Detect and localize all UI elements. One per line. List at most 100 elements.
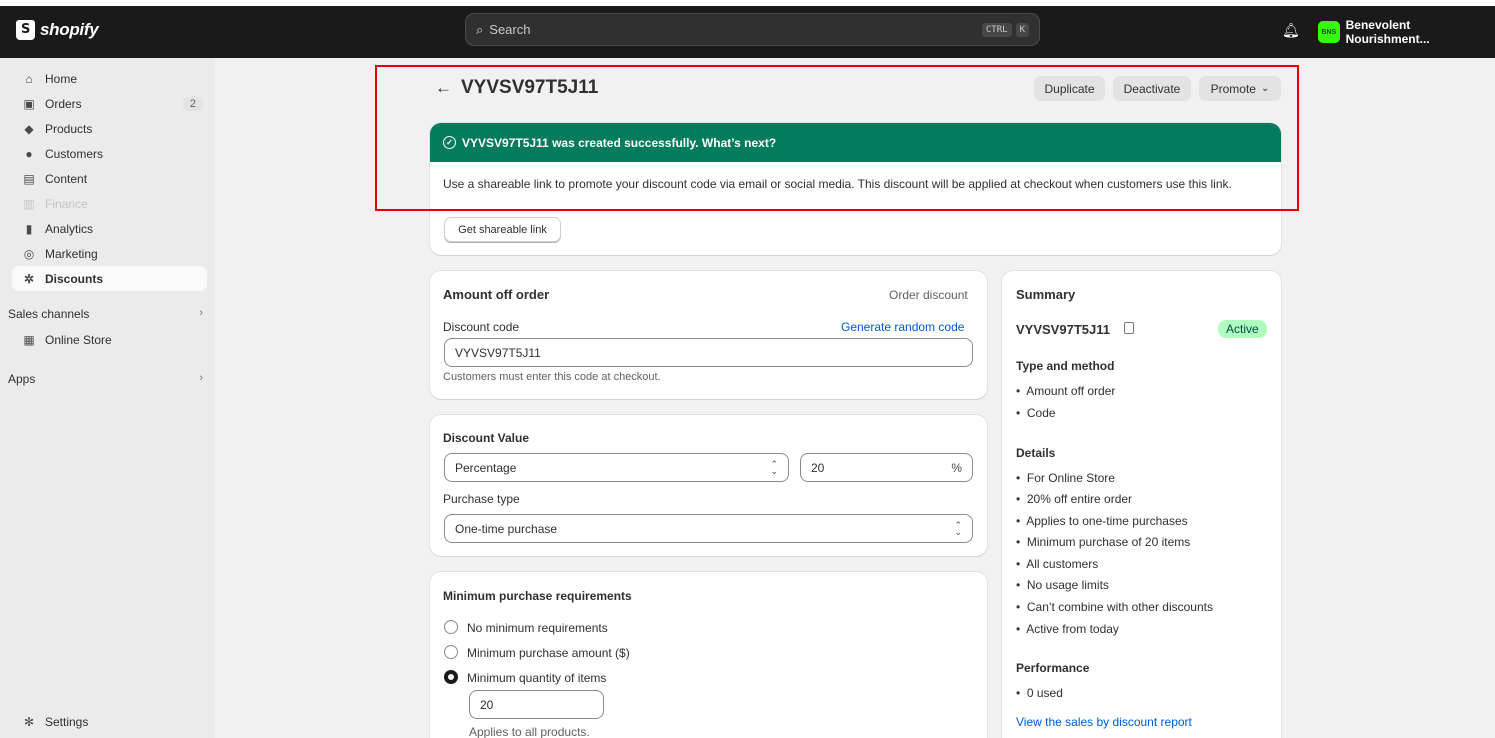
apps-header[interactable]: Apps ›: [8, 372, 203, 386]
chevron-right-icon: ›: [199, 307, 203, 319]
orders-count-badge: 2: [182, 96, 203, 111]
generate-random-code-link[interactable]: Generate random code: [841, 320, 964, 334]
check-circle-icon: ✓: [443, 136, 456, 149]
summary-list-item: • Minimum purchase of 20 items: [1016, 535, 1191, 549]
sidebar-item-settings[interactable]: ✻ Settings: [12, 709, 207, 734]
sidebar-item-label: Settings: [45, 714, 89, 729]
amount-card-title: Amount off order: [443, 287, 550, 302]
get-shareable-link-button[interactable]: Get shareable link: [444, 217, 561, 242]
back-arrow-icon[interactable]: ←: [435, 78, 452, 98]
radio-minimum-amount[interactable]: [444, 645, 458, 659]
value-type-select[interactable]: Percentage ⌃ ⌄: [444, 453, 789, 482]
image-icon: ▤: [23, 171, 35, 186]
sidebar-item-marketing[interactable]: ◎ Marketing: [12, 241, 207, 266]
purchase-type-select[interactable]: One-time purchase ⌃ ⌄: [444, 514, 973, 543]
store-avatar: BNS: [1318, 21, 1340, 43]
select-arrows-icon: ⌃ ⌄: [954, 519, 962, 537]
sales-channels-label: Sales channels: [8, 307, 90, 321]
discount-code-label: Discount code: [443, 320, 520, 334]
sidebar-item-customers[interactable]: ● Customers: [12, 141, 207, 166]
summary-list-item: • Applies to one-time purchases: [1016, 514, 1188, 528]
summary-list-item: • 20% off entire order: [1016, 492, 1133, 506]
discount-value-field[interactable]: 20 %: [800, 453, 973, 482]
summary-title: Summary: [1016, 287, 1076, 302]
sidebar-item-orders[interactable]: ▣ Orders 2: [12, 91, 207, 116]
summary-list-item: • All customers: [1016, 557, 1099, 571]
minimum-quantity-value: 20: [480, 697, 494, 712]
sidebar-item-label: Online Store: [45, 332, 112, 347]
store-menu[interactable]: BNS Benevolent Nourishment...: [1318, 18, 1495, 46]
promote-button[interactable]: Promote ⌄: [1199, 76, 1281, 101]
sidebar-item-analytics[interactable]: ▮ Analytics: [12, 216, 207, 241]
status-badge: Active: [1218, 320, 1267, 338]
search-icon: ⌕: [476, 21, 484, 37]
top-bar: shopify ⌕ Search CTRL K 🔔︎ BNS Benevolen…: [0, 0, 1495, 58]
discount-code-field[interactable]: VYVSV97T5J11: [444, 338, 973, 367]
discount-code-help: Customers must enter this code at checko…: [443, 371, 661, 383]
sidebar-item-label: Finance: [45, 196, 88, 211]
discount-icon: ✲: [23, 271, 35, 286]
sidebar: ⌂ Home ▣ Orders 2 ◆ Products ● Customers…: [0, 58, 215, 738]
inbox-icon: ▣: [23, 96, 35, 111]
bar-chart-icon: ▮: [25, 221, 33, 236]
store-name: Benevolent Nourishment...: [1345, 18, 1430, 46]
tag-icon: ◆: [24, 121, 34, 136]
sales-report-link[interactable]: View the sales by discount report: [1016, 715, 1192, 729]
shortcut-ctrl: CTRL: [981, 22, 1012, 37]
sidebar-item-label: Orders: [45, 96, 82, 111]
promote-label: Promote: [1210, 81, 1256, 96]
radio-no-minimum[interactable]: [444, 620, 458, 634]
banner-title: VYVSV97T5J11 was created successfully. W…: [462, 135, 777, 150]
percent-suffix: %: [951, 460, 962, 475]
deactivate-button[interactable]: Deactivate: [1113, 76, 1191, 101]
sidebar-item-products[interactable]: ◆ Products: [12, 116, 207, 141]
sidebar-item-label: Analytics: [45, 221, 94, 236]
sidebar-item-label: Products: [45, 121, 93, 136]
summary-list-item: • Code: [1016, 406, 1056, 420]
sidebar-item-online-store[interactable]: ▦ Online Store: [12, 327, 207, 352]
summary-code: VYVSV97T5J11: [1016, 322, 1110, 337]
sidebar-item-label: Home: [45, 71, 78, 86]
store-icon: ▦: [23, 332, 35, 347]
search-placeholder: Search: [489, 22, 531, 37]
summary-list-item: • No usage limits: [1016, 578, 1109, 592]
page-title-row: ← VYVSV97T5J11: [435, 77, 598, 99]
shopify-logo[interactable]: shopify: [16, 20, 99, 40]
summary-list-item: • Amount off order: [1016, 384, 1116, 398]
summary-list-item: • For Online Store: [1016, 471, 1115, 485]
summary-list-item: • Can’t combine with other discounts: [1016, 600, 1213, 614]
minimum-requirements-title: Minimum purchase requirements: [443, 589, 632, 603]
minimum-quantity-help: Applies to all products.: [469, 725, 590, 738]
value-type-selected: Percentage: [455, 460, 517, 475]
clipboard-icon[interactable]: [1124, 322, 1134, 334]
sidebar-item-label: Marketing: [45, 246, 98, 261]
search-input[interactable]: ⌕ Search CTRL K: [465, 13, 1040, 46]
sidebar-item-content[interactable]: ▤ Content: [12, 166, 207, 191]
sidebar-item-finance[interactable]: ▥ Finance: [12, 191, 207, 216]
shortcut-k: K: [1015, 22, 1029, 37]
page-title: VYVSV97T5J11: [461, 77, 599, 98]
target-icon: ◎: [23, 246, 35, 261]
details-heading: Details: [1016, 446, 1056, 460]
minimum-quantity-field[interactable]: 20: [469, 690, 604, 719]
summary-list-item: • 0 used: [1016, 686, 1063, 700]
chevron-down-icon: ⌄: [1260, 83, 1270, 94]
summary-list-item: • Active from today: [1016, 622, 1119, 636]
discount-value-title: Discount Value: [443, 431, 530, 445]
sidebar-item-label: Content: [45, 171, 88, 186]
discount-type-label: Order discount: [889, 288, 968, 302]
select-arrows-icon: ⌃ ⌄: [770, 458, 778, 476]
success-banner: ✓ VYVSV97T5J11 was created successfully.…: [430, 123, 1281, 255]
banner-header: ✓ VYVSV97T5J11 was created successfully.…: [430, 123, 1281, 162]
duplicate-button[interactable]: Duplicate: [1034, 76, 1105, 101]
sidebar-item-home[interactable]: ⌂ Home: [12, 66, 207, 91]
chevron-right-icon: ›: [199, 372, 203, 384]
bell-icon[interactable]: 🔔︎: [1282, 22, 1300, 39]
radio-minimum-quantity[interactable]: [444, 670, 458, 684]
sidebar-item-discounts[interactable]: ✲ Discounts: [12, 266, 207, 291]
banner-body: Use a shareable link to promote your dis…: [443, 177, 1232, 191]
sidebar-item-label: Discounts: [45, 271, 104, 286]
sales-channels-header[interactable]: Sales channels ›: [8, 307, 203, 321]
radio-no-minimum-label: No minimum requirements: [467, 621, 608, 635]
performance-heading: Performance: [1016, 661, 1090, 675]
